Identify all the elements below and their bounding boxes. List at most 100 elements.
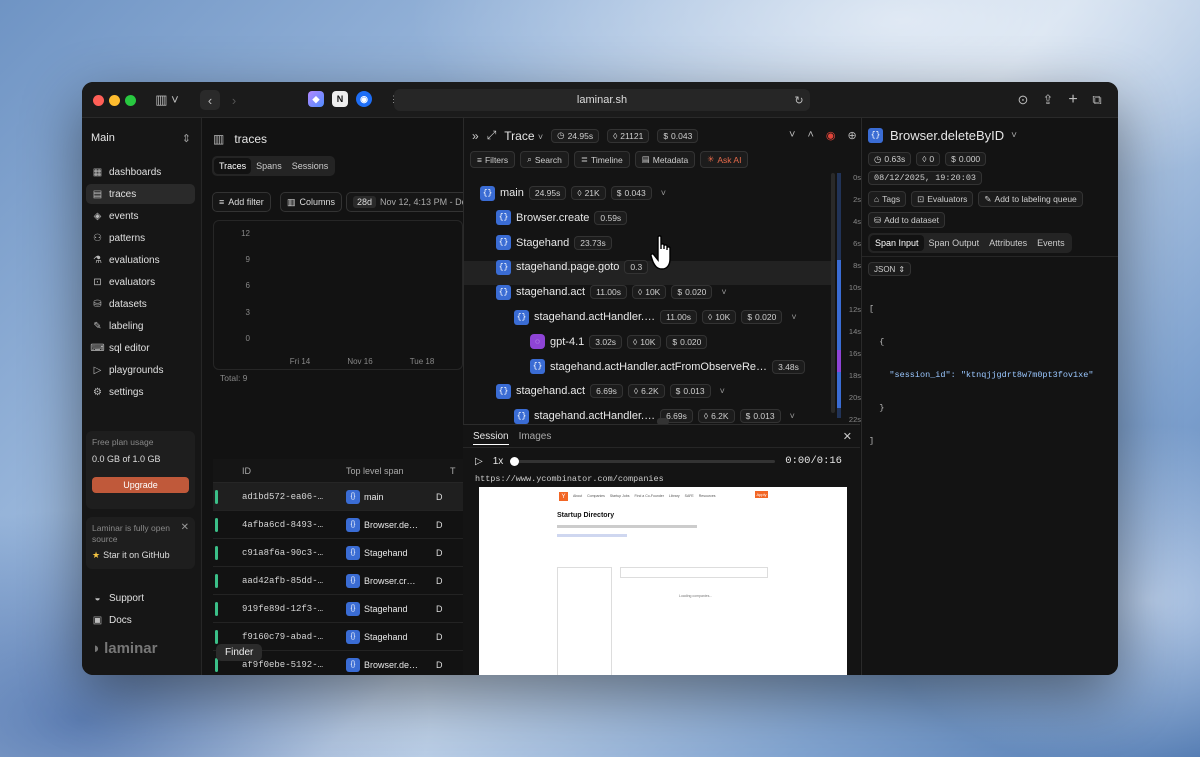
tree-span-row[interactable]: ◌ gpt-4.1 3.02s ◊ 10K $0.020: [530, 331, 708, 353]
add-to-dataset-button[interactable]: ⛁ Add to dataset: [868, 212, 945, 228]
tab-images[interactable]: Images: [519, 431, 552, 445]
project-selector[interactable]: Main ⇕: [91, 132, 191, 145]
chevron-down-icon[interactable]: ˅: [789, 129, 795, 142]
download-icon[interactable]: ⊙: [1014, 90, 1032, 110]
col-id[interactable]: ID: [242, 466, 346, 476]
close-icon[interactable]: ✕: [843, 430, 852, 443]
add-to-labeling-queue-button[interactable]: ✎ Add to labeling queue: [978, 191, 1083, 207]
sidebar-toggle-icon[interactable]: ▥ ˅: [150, 90, 184, 110]
github-star-link[interactable]: ★ Star it on GitHub: [92, 550, 189, 561]
forward-icon[interactable]: ›: [224, 90, 244, 110]
tree-span-row[interactable]: {} stagehand.act 6.69s ◊ 6.2K $0.013 ˅: [496, 380, 725, 402]
docs-link[interactable]: ▣ Docs: [86, 610, 195, 630]
tree-span-row[interactable]: {} Stagehand 23.73s: [496, 232, 612, 254]
discord-icon: ◒: [94, 592, 101, 604]
progress-handle[interactable]: [510, 456, 520, 466]
session-replay: Session Images ✕ ▷ 1x 0:00/0:16 https://…: [463, 424, 860, 675]
sidebar-item-sql-editor[interactable]: ⌨ sql editor: [86, 338, 195, 358]
sidebar-item-events[interactable]: ◈ events: [86, 206, 195, 226]
speed-button[interactable]: 1x: [493, 456, 504, 467]
span-name: stagehand.page.goto: [516, 261, 620, 274]
tab-favicon-gem[interactable]: ◆: [308, 91, 324, 107]
tree-span-row[interactable]: {} stagehand.actHandler.… 11.00s ◊ 10K $0.020…: [514, 306, 797, 328]
close-icon[interactable]: ✕: [181, 522, 189, 533]
chevron-down-icon[interactable]: ˅: [720, 386, 725, 396]
expand-icon[interactable]: ⤢: [487, 128, 497, 143]
y-tick-6: 6: [246, 281, 251, 290]
back-icon[interactable]: ‹: [200, 90, 220, 110]
tab-attributes[interactable]: Attributes: [984, 235, 1032, 251]
trace-title[interactable]: Trace ˅: [504, 129, 543, 143]
metadata-button[interactable]: ▤ Metadata: [634, 151, 696, 168]
play-icon[interactable]: ▷: [475, 456, 483, 467]
sidebar-item-traces[interactable]: ▤ traces: [86, 184, 195, 204]
sidebar-item-evaluations[interactable]: ⚗ evaluations: [86, 250, 195, 270]
sidebar-item-datasets[interactable]: ⛁ datasets: [86, 294, 195, 314]
chevron-down-icon[interactable]: ˅: [791, 312, 796, 322]
tree-scrollbar[interactable]: [831, 173, 835, 413]
tab-overview-icon[interactable]: ⧉: [1088, 90, 1106, 110]
col-top-level-span[interactable]: Top level span: [346, 466, 450, 476]
search-button[interactable]: ⌕ Search: [520, 151, 569, 168]
sidebar-item-evaluators[interactable]: ⊡ evaluators: [86, 272, 195, 292]
sidebar-item-patterns[interactable]: ⚇ patterns: [86, 228, 195, 248]
span-type-icon: {}: [496, 383, 511, 399]
add-filter-button[interactable]: ≡ Add filter: [212, 192, 271, 212]
table-row[interactable]: c91a8f6a-90c3-… {} Stagehand D: [213, 539, 463, 567]
panel-toggle-icon[interactable]: ▥: [213, 132, 224, 146]
tab-session[interactable]: Session: [473, 431, 509, 445]
tree-span-row[interactable]: {} stagehand.act 11.00s ◊ 10K $0.020 ˅: [496, 281, 727, 303]
json-viewer[interactable]: [ { "session_id": "ktnqjjgdrt8w7m0pt3fov…: [869, 282, 1093, 469]
timeline-button[interactable]: ≣ Timeline: [573, 151, 630, 168]
chevron-down-icon[interactable]: ˅: [661, 188, 666, 198]
tree-span-row[interactable]: {} main 24.95s ◊ 21K $0.043 ˅: [480, 182, 666, 204]
tab-favicon-notion[interactable]: N: [332, 91, 348, 107]
tab-sessions[interactable]: Sessions: [287, 158, 334, 174]
tab-span-input[interactable]: Span Input: [870, 235, 924, 251]
table-row[interactable]: 4afba6cd-8493-… {} Browser.de… D: [213, 511, 463, 539]
ask-ai-button[interactable]: ✳ Ask AI: [700, 151, 749, 168]
tree-span-row[interactable]: {} stagehand.page.goto 0.3: [496, 256, 649, 278]
tree-span-row[interactable]: {} Browser.create 0.59s: [496, 207, 628, 229]
zoom-window-button[interactable]: [125, 95, 136, 106]
chevron-down-icon[interactable]: ˅: [1011, 130, 1017, 141]
globe-icon[interactable]: ⊕: [847, 129, 856, 142]
filters-button[interactable]: ≡ Filters: [470, 151, 516, 168]
tags-button[interactable]: ⌂ Tags: [868, 191, 907, 207]
tab-events[interactable]: Events: [1032, 235, 1070, 251]
format-select[interactable]: JSON ⇕: [868, 262, 912, 276]
traces-chart: 12 9 6 3 0 Fri 14 Nov 16 Tue 18 Total: 9: [213, 220, 463, 383]
progress-track[interactable]: [510, 456, 776, 466]
chevron-up-icon[interactable]: ˄: [807, 129, 813, 142]
col-t[interactable]: T: [450, 466, 456, 476]
close-window-button[interactable]: [93, 95, 104, 106]
support-link[interactable]: ◒ Support: [86, 588, 195, 608]
span-badge: 3.48s: [772, 359, 805, 374]
tab-traces[interactable]: Traces: [214, 158, 252, 174]
evaluators-button[interactable]: ⊡ Evaluators: [911, 191, 974, 207]
table-row[interactable]: aad42afb-85dd-… {} Browser.cr… D: [213, 567, 463, 595]
sidebar-item-labeling[interactable]: ✎ labeling: [86, 316, 195, 336]
new-tab-icon[interactable]: +: [1064, 90, 1082, 110]
sidebar-item-settings[interactable]: ⚙ settings: [86, 382, 195, 402]
url-bar[interactable]: laminar.sh: [394, 89, 810, 111]
tokens-icon: ◊: [633, 336, 638, 347]
upgrade-button[interactable]: Upgrade: [92, 477, 189, 493]
tab-spans[interactable]: Spans: [251, 158, 287, 174]
chevron-down-icon[interactable]: ˅: [790, 411, 795, 421]
columns-button[interactable]: ▥ Columns: [280, 192, 343, 212]
table-row[interactable]: ad1bd572-ea06-… {} main D: [213, 483, 463, 511]
sidebar-item-dashboards[interactable]: ▦ dashboards: [86, 162, 195, 182]
share-icon[interactable]: ⇪: [1039, 90, 1057, 110]
tab-span-output[interactable]: Span Output: [924, 235, 985, 251]
reload-icon[interactable]: ↻: [792, 90, 806, 110]
chevron-down-icon[interactable]: ˅: [721, 287, 726, 297]
table-row[interactable]: 919fe89d-12f3-… {} Stagehand D: [213, 595, 463, 623]
date-range-picker[interactable]: 28d Nov 12, 4:13 PM - De: [346, 192, 464, 212]
sidebar-item-playgrounds[interactable]: ▷ playgrounds: [86, 360, 195, 380]
collapse-icon[interactable]: »: [472, 129, 479, 143]
tree-span-row[interactable]: {} stagehand.actHandler.actFromObserveRe……: [530, 356, 805, 378]
tab-favicon-browser[interactable]: ◉: [356, 91, 372, 107]
minimize-window-button[interactable]: [109, 95, 120, 106]
record-icon[interactable]: ◉: [826, 129, 836, 142]
